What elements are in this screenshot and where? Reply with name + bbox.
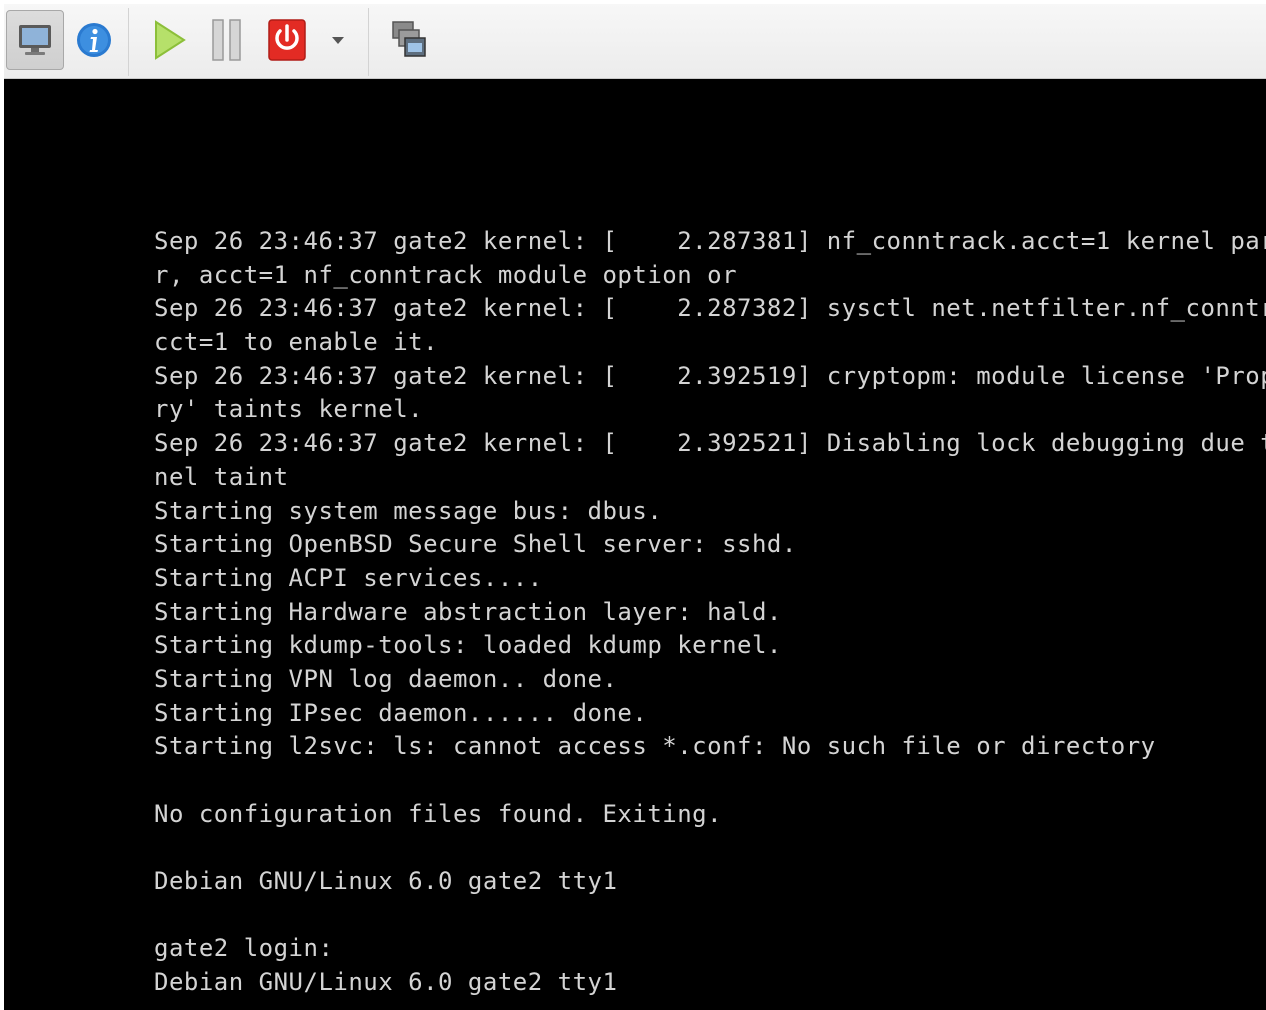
power-icon [268, 19, 306, 61]
console-line: gate2 login: [154, 934, 334, 963]
power-button[interactable] [262, 10, 312, 70]
console-line: Starting OpenBSD Secure Shell server: ss… [154, 530, 797, 559]
chevron-down-icon [332, 37, 344, 44]
console-line: Starting kdump-tools: loaded kdump kerne… [154, 631, 782, 660]
console-line: Sep 26 23:46:37 gate2 kernel: [ 2.287381… [154, 227, 1266, 255]
info-icon [77, 23, 111, 57]
windows-icon [392, 21, 426, 57]
console-line: No configuration files found. Exiting. [154, 799, 723, 828]
console-line: Starting ACPI services.... [154, 563, 543, 592]
console-line: ry' taints kernel. [154, 395, 424, 424]
console-line: Starting IPsec daemon...... done. [154, 698, 648, 727]
pause-icon [212, 19, 241, 61]
console-line: Debian GNU/Linux 6.0 gate2 tty1 [154, 968, 618, 997]
console-view-button[interactable] [6, 10, 64, 70]
console-line: cct=1 to enable it. [154, 328, 439, 357]
monitor-icon [19, 25, 51, 55]
power-menu-button[interactable] [322, 10, 354, 70]
console-line: Sep 26 23:46:37 gate2 kernel: [ 2.392519… [154, 361, 1266, 390]
console-line: nel taint [154, 462, 289, 491]
console-line: Debian GNU/Linux 6.0 gate2 tty1 [154, 867, 618, 896]
console-line: Starting l2svc: ls: cannot access *.conf… [154, 732, 1156, 761]
pause-button[interactable] [202, 10, 252, 70]
console-line: Starting system message bus: dbus. [154, 496, 663, 525]
play-icon [155, 20, 186, 60]
console-line: r, acct=1 nf_conntrack module option or [154, 260, 738, 289]
console-line: Starting VPN log daemon.. done. [154, 664, 618, 693]
console-line: Sep 26 23:46:37 gate2 kernel: [ 2.392521… [154, 429, 1266, 458]
console-output: Sep 26 23:46:37 gate2 kernel: [ 2.287381… [154, 225, 1266, 1000]
vm-console-screen[interactable]: Sep 26 23:46:37 gate2 kernel: [ 2.287381… [4, 79, 1266, 1010]
vm-toolbar [4, 4, 1266, 79]
console-line: Starting Hardware abstraction layer: hal… [154, 597, 782, 626]
fullscreen-button[interactable] [384, 10, 434, 70]
console-line: Sep 26 23:46:37 gate2 kernel: [ 2.287382… [154, 294, 1266, 323]
info-button[interactable] [68, 10, 120, 70]
play-button[interactable] [144, 10, 194, 70]
